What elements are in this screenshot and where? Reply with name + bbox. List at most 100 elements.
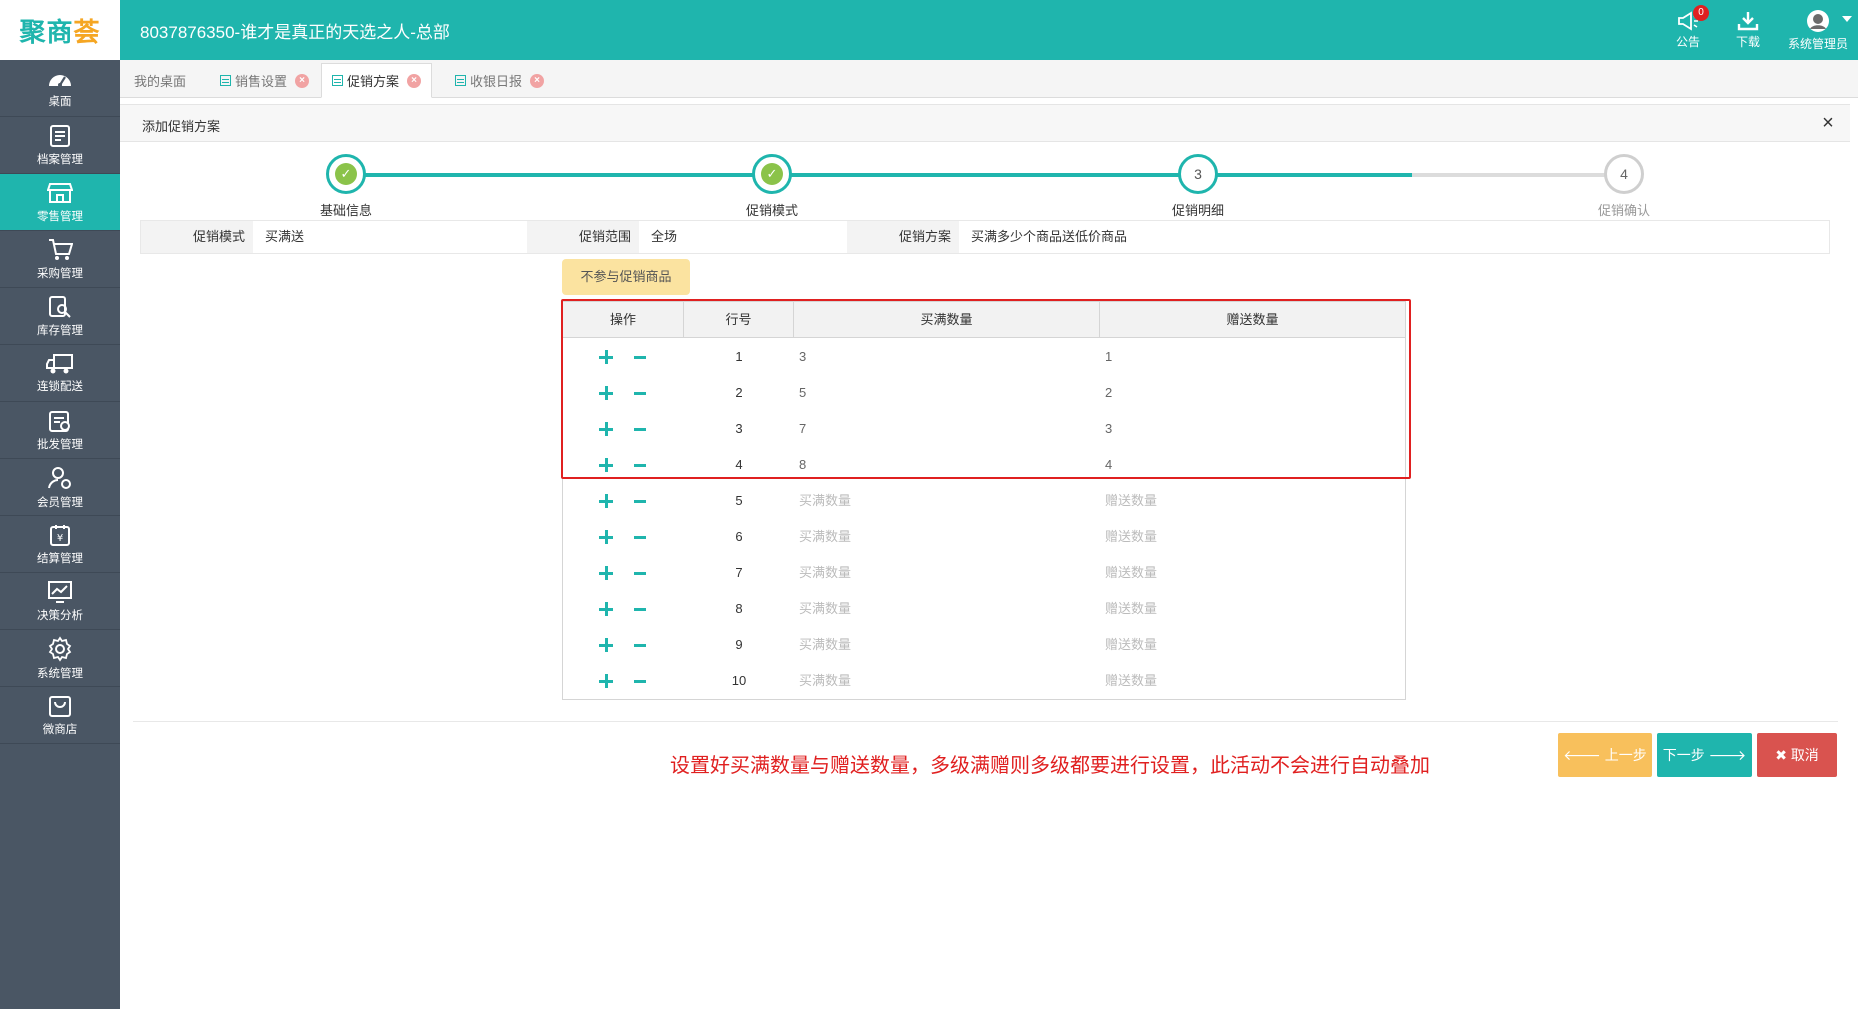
top-actions: 公告 0 下载 系统管理员	[1658, 0, 1858, 60]
next-step-button[interactable]: 下一步 🡒	[1657, 733, 1752, 777]
add-row-icon[interactable]	[599, 566, 613, 580]
step-line-done	[346, 173, 1412, 177]
step-1-label: 基础信息	[319, 203, 372, 218]
row-operations	[599, 663, 667, 699]
step-3-circle: 3	[1178, 154, 1218, 194]
logo-text: 聚商	[19, 17, 74, 48]
sidebar-item-label: 零售管理	[37, 210, 83, 223]
remove-row-icon[interactable]	[633, 494, 647, 508]
sidebar-item-label: 库存管理	[37, 324, 83, 337]
sidebar-item-wholesale[interactable]: 批发管理	[0, 402, 120, 459]
sidebar-item-inventory[interactable]: 库存管理	[0, 288, 120, 345]
notice-badge: 0	[1693, 5, 1709, 21]
gift-quantity-input[interactable]: 赠送数量	[1105, 663, 1400, 699]
step-4-circle: 4	[1604, 154, 1644, 194]
row-operations	[599, 483, 667, 519]
buy-quantity-input[interactable]: 买满数量	[799, 591, 1099, 627]
add-row-icon[interactable]	[599, 602, 613, 616]
cancel-label: 取消	[1790, 747, 1819, 763]
step-4-number: 4	[1620, 166, 1628, 182]
tab-sales-settings[interactable]: 销售设置 ×	[210, 63, 319, 98]
dashboard-icon	[49, 74, 71, 87]
sidebar-item-retail[interactable]: 零售管理	[0, 174, 120, 231]
user-label: 系统管理员	[1787, 36, 1848, 51]
row-number: 5	[735, 493, 743, 508]
sidebar-item-desktop[interactable]: 桌面	[0, 60, 120, 117]
sidebar-item-archive[interactable]: 档案管理	[0, 117, 120, 174]
sidebar-item-member[interactable]: 会员管理	[0, 459, 120, 516]
gift-quantity-input[interactable]: 赠送数量	[1105, 555, 1400, 591]
check-icon: ✓	[761, 163, 783, 185]
document-icon	[455, 75, 466, 86]
sidebar-item-label: 采购管理	[37, 267, 83, 280]
sidebar-item-system[interactable]: 系统管理	[0, 630, 120, 687]
buy-quantity-input[interactable]: 买满数量	[799, 483, 1099, 519]
document-icon	[220, 75, 231, 86]
row-operations	[599, 519, 667, 555]
add-row-icon[interactable]	[599, 638, 613, 652]
buy-quantity-input[interactable]: 买满数量	[799, 627, 1099, 663]
buy-quantity-input[interactable]: 买满数量	[799, 663, 1099, 699]
close-icon[interactable]: ×	[295, 73, 310, 88]
exclude-products-button[interactable]: 不参与促销商品	[562, 259, 690, 295]
gift-quantity-input[interactable]: 赠送数量	[1105, 627, 1400, 663]
gift-quantity-input[interactable]: 赠送数量	[1105, 519, 1400, 555]
store-title: 8037876350-谁才是真正的天选之人-总部	[140, 23, 450, 42]
scope-label: 促销范围	[527, 221, 639, 253]
mode-label: 促销模式	[141, 221, 253, 253]
tab-label: 收银日报	[470, 74, 523, 89]
user-menu[interactable]: 系统管理员	[1778, 0, 1858, 60]
row-number: 7	[735, 565, 743, 580]
sidebar-item-label: 档案管理	[37, 153, 83, 166]
tab-promotion-plan[interactable]: 促销方案 ×	[321, 63, 433, 98]
logo-accent-text: 荟	[73, 17, 101, 48]
cancel-button[interactable]: ✖ 取消	[1757, 733, 1837, 777]
tab-bar: 我的桌面 销售设置 × 促销方案 × 收银日报 ×	[120, 60, 1858, 98]
mode-value: 买满送	[265, 229, 305, 244]
remove-row-icon[interactable]	[633, 566, 647, 580]
sidebar-item-delivery[interactable]: 连锁配送	[0, 345, 120, 402]
app-logo[interactable]: 聚商荟	[0, 0, 120, 60]
remove-row-icon[interactable]	[633, 530, 647, 544]
buy-quantity-input[interactable]: 买满数量	[799, 519, 1099, 555]
sidebar-item-microshop[interactable]: 微商店	[0, 687, 120, 744]
svg-text:¥: ¥	[57, 533, 63, 544]
close-icon[interactable]: ×	[530, 73, 545, 88]
remove-row-icon[interactable]	[633, 602, 647, 616]
add-row-icon[interactable]	[599, 530, 613, 544]
remove-row-icon[interactable]	[633, 674, 647, 688]
next-step-label: 下一步	[1662, 747, 1705, 763]
sidebar-item-label: 批发管理	[37, 438, 83, 451]
step-1-circle: ✓	[326, 154, 366, 194]
row-operations	[599, 627, 667, 663]
sidebar-item-label: 桌面	[48, 95, 72, 108]
sidebar-item-purchase[interactable]: 采购管理	[0, 231, 120, 288]
annotation-text: 设置好买满数量与赠送数量，多级满赠则多级都要进行设置，此活动不会进行自动叠加	[670, 755, 1430, 777]
buy-quantity-input[interactable]: 买满数量	[799, 555, 1099, 591]
step-2-label: 促销模式	[745, 203, 798, 218]
sidebar-item-settlement[interactable]: ¥ 结算管理	[0, 516, 120, 573]
tab-my-desktop[interactable]: 我的桌面	[124, 63, 196, 98]
row-number: 6	[735, 529, 743, 544]
close-icon[interactable]: ×	[1816, 111, 1840, 135]
prev-step-button[interactable]: 🡐 上一步	[1558, 733, 1652, 777]
truck-icon	[46, 353, 73, 373]
table-row: 7 买满数量 赠送数量	[563, 555, 1405, 591]
table-row: 5 买满数量 赠送数量	[563, 483, 1405, 519]
sidebar-item-label: 系统管理	[37, 667, 83, 680]
notice-button[interactable]: 公告 0	[1658, 0, 1718, 60]
row-number: 9	[735, 637, 743, 652]
arrow-right-icon: 🡒	[1704, 747, 1747, 763]
download-button[interactable]: 下载	[1718, 0, 1778, 60]
tab-label: 我的桌面	[134, 74, 187, 89]
gift-quantity-input[interactable]: 赠送数量	[1105, 591, 1400, 627]
close-icon[interactable]: ×	[407, 73, 422, 88]
step-3-label: 促销明细	[1171, 203, 1224, 218]
add-row-icon[interactable]	[599, 494, 613, 508]
arrow-left-icon: 🡐	[1563, 747, 1605, 763]
sidebar-item-analysis[interactable]: 决策分析	[0, 573, 120, 630]
add-row-icon[interactable]	[599, 674, 613, 688]
tab-cashier-daily[interactable]: 收银日报 ×	[445, 63, 554, 98]
gift-quantity-input[interactable]: 赠送数量	[1105, 483, 1400, 519]
remove-row-icon[interactable]	[633, 638, 647, 652]
